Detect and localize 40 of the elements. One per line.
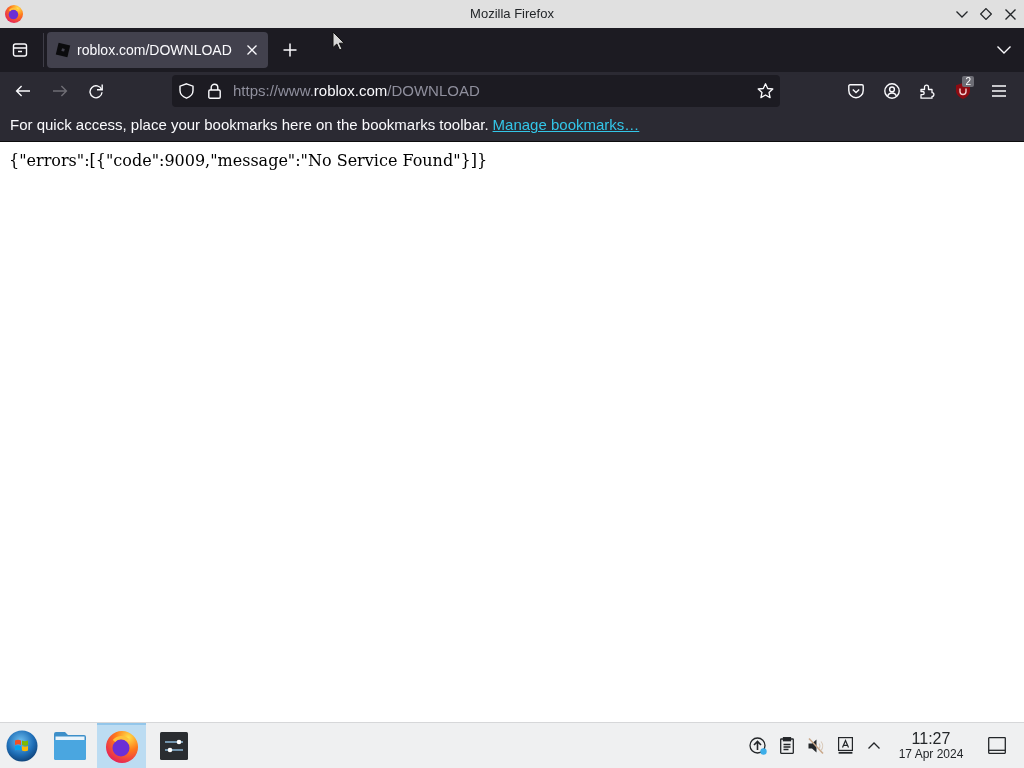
folder-icon — [54, 731, 86, 760]
chevron-down-icon — [997, 46, 1011, 54]
menu-icon — [992, 85, 1006, 97]
clock-time[interactable]: 11:27 — [911, 730, 951, 747]
manage-bookmarks-link[interactable]: Manage bookmarks… — [492, 114, 640, 137]
ublock-extension-button[interactable]: 2 — [947, 75, 979, 107]
sliders-icon — [160, 731, 188, 760]
browser-tab[interactable]: roblox.com/DOWNLOAD — [47, 32, 268, 68]
clock-date[interactable]: 17 Apr 2024 — [898, 747, 964, 761]
reload-icon — [88, 83, 104, 99]
mouse-cursor-icon — [332, 31, 345, 51]
address-bar[interactable]: https://www.roblox.com/DOWNLOAD — [172, 75, 780, 107]
plus-icon — [283, 43, 297, 57]
forward-arrow-icon — [52, 83, 68, 99]
window-title: Mozilla Firefox — [470, 5, 554, 24]
json-response-text: {"errors":[{"code":9009,"message":"No Service Found"}]} — [9, 151, 488, 170]
diamond-icon — [980, 8, 992, 20]
favicon-icon — [55, 42, 71, 58]
lock-icon — [207, 83, 221, 99]
bookmarks-hint: For quick access, place your bookmarks here on the bookmarks toolbar. — [10, 115, 489, 136]
browser-logo-icon — [105, 730, 138, 763]
desktop-square-icon — [988, 737, 1006, 754]
chevron-down-icon — [956, 10, 968, 18]
puzzle-piece-icon — [920, 83, 936, 99]
pocket-icon — [848, 83, 864, 99]
start-orb-icon — [6, 729, 38, 762]
close-icon — [247, 45, 257, 55]
chevron-up-icon — [868, 742, 880, 749]
extension-badge: 2 — [962, 76, 974, 87]
clipboard-icon — [780, 737, 794, 754]
framed-glyph-icon — [837, 737, 853, 754]
url-text[interactable]: https://www.roblox.com/DOWNLOAD — [233, 79, 480, 103]
shield-icon — [178, 83, 194, 99]
close-icon — [1004, 8, 1016, 20]
back-arrow-icon — [15, 83, 31, 99]
firefox-taskbar-button[interactable] — [97, 723, 146, 768]
account-icon — [884, 83, 900, 99]
tray-box-icon — [12, 42, 28, 58]
browser-logo-icon — [5, 5, 23, 23]
star-icon — [756, 83, 774, 99]
